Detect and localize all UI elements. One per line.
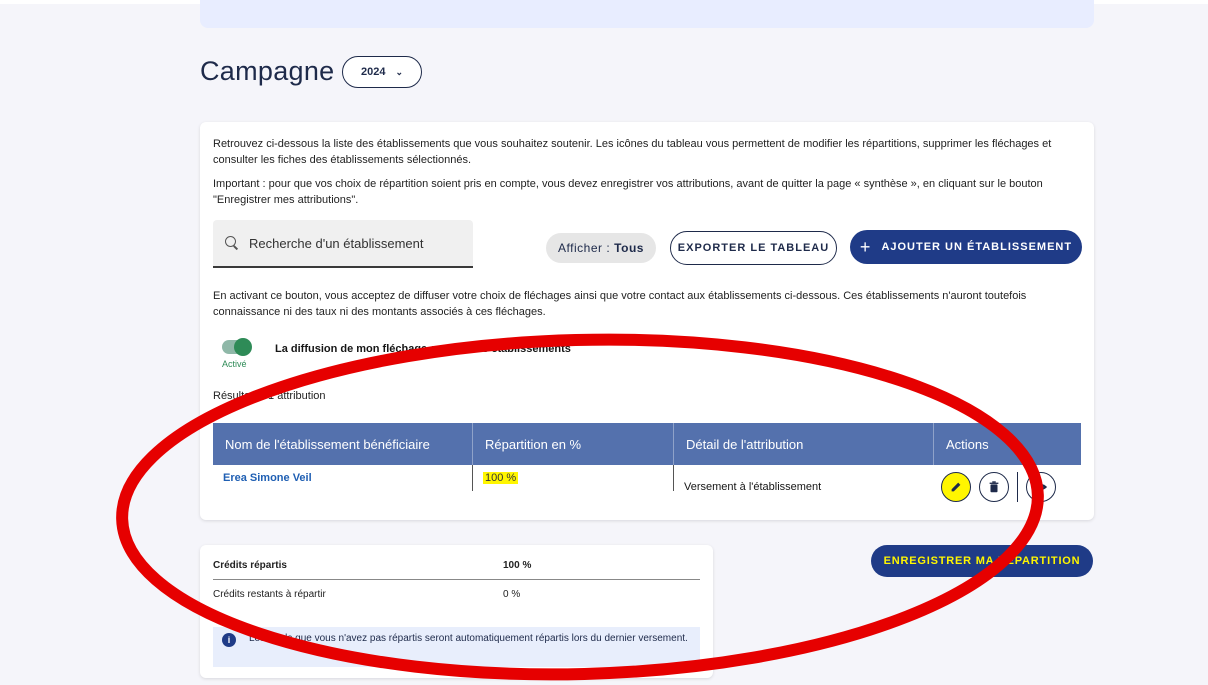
chevron-down-icon: ⌄ <box>395 66 404 77</box>
summary-row-remaining: Crédits restants à répartir 0 % <box>213 589 700 600</box>
toggle-knob <box>234 338 252 356</box>
pencil-icon <box>951 482 961 492</box>
consent-text: En activant ce bouton, vous acceptez de … <box>213 290 1027 318</box>
cell-percent: 100 % <box>473 465 674 491</box>
summary-value-remaining: 0 % <box>503 589 521 600</box>
year-select-value: 2024 <box>360 66 386 78</box>
establishment-link[interactable]: Erea Simone Veil <box>223 472 312 484</box>
filter-value: Tous <box>614 241 644 255</box>
info-notice: i Les fonds que vous n'avez pas répartis… <box>213 627 700 667</box>
search-input[interactable]: Recherche d'un établissement <box>213 220 473 268</box>
table-header: Nom de l'établissement bénéficiaire Répa… <box>213 423 1081 465</box>
info-banner <box>200 0 1094 28</box>
filter-chip[interactable]: Afficher : Tous <box>546 233 656 263</box>
edit-button[interactable] <box>941 472 971 502</box>
cell-name: Erea Simone Veil <box>213 465 473 491</box>
info-icon: i <box>222 633 236 647</box>
save-repartition-button[interactable]: ENREGISTRER MA RÉPARTITION <box>871 545 1093 577</box>
important-text: Important : pour que vos choix de répart… <box>213 178 1043 206</box>
summary-value-distributed: 100 % <box>503 560 532 571</box>
add-establishment-label: AJOUTER UN ÉTABLISSEMENT <box>881 241 1073 253</box>
summary-label-remaining: Crédits restants à répartir <box>213 589 326 600</box>
percent-value: 100 % <box>483 472 519 484</box>
results-count: Résultats : 1 attribution <box>213 390 326 402</box>
attributions-card: Retrouvez ci-dessous la liste des établi… <box>200 122 1094 520</box>
attributions-table: Nom de l'établissement bénéficiaire Répa… <box>213 423 1081 509</box>
filter-label: Afficher : <box>558 241 611 255</box>
search-icon <box>225 236 239 250</box>
table-row: Erea Simone Veil 100 % Versement à l'éta… <box>213 465 1081 509</box>
toggle-state: Activé <box>222 359 247 369</box>
page-title: Campagne <box>200 56 335 86</box>
summary-label-distributed: Crédits répartis <box>213 560 287 571</box>
summary-card: Crédits répartis 100 % Crédits restants … <box>200 545 713 678</box>
detail-value: Versement à l'établissement <box>684 481 822 493</box>
summary-row-distributed: Crédits répartis 100 % <box>213 560 700 580</box>
info-text: Les fonds que vous n'avez pas répartis s… <box>249 633 688 644</box>
cell-detail: Versement à l'établissement <box>674 465 934 509</box>
view-button[interactable] <box>1026 472 1056 502</box>
header-actions: Actions <box>946 436 989 452</box>
export-table-button[interactable]: EXPORTER LE TABLEAU <box>670 231 837 265</box>
actions-divider <box>1017 472 1018 502</box>
intro-text: Retrouvez ci-dessous la liste des établi… <box>213 138 1052 166</box>
search-placeholder: Recherche d'un établissement <box>249 235 424 251</box>
year-select[interactable]: 2024 ⌄ <box>342 56 422 88</box>
diffusion-toggle[interactable] <box>222 338 252 356</box>
header-name: Nom de l'établissement bénéficiaire <box>213 423 473 465</box>
plus-icon: + <box>859 236 872 257</box>
trash-icon <box>989 481 999 493</box>
delete-button[interactable] <box>979 472 1009 502</box>
toggle-label: La diffusion de mon fléchage auprès des … <box>275 343 571 355</box>
cell-actions <box>934 465 1081 509</box>
eye-icon <box>1034 483 1048 491</box>
header-detail: Détail de l'attribution <box>674 423 934 465</box>
header-percent: Répartition en % <box>473 423 674 465</box>
add-establishment-button[interactable]: + AJOUTER UN ÉTABLISSEMENT <box>850 230 1082 264</box>
